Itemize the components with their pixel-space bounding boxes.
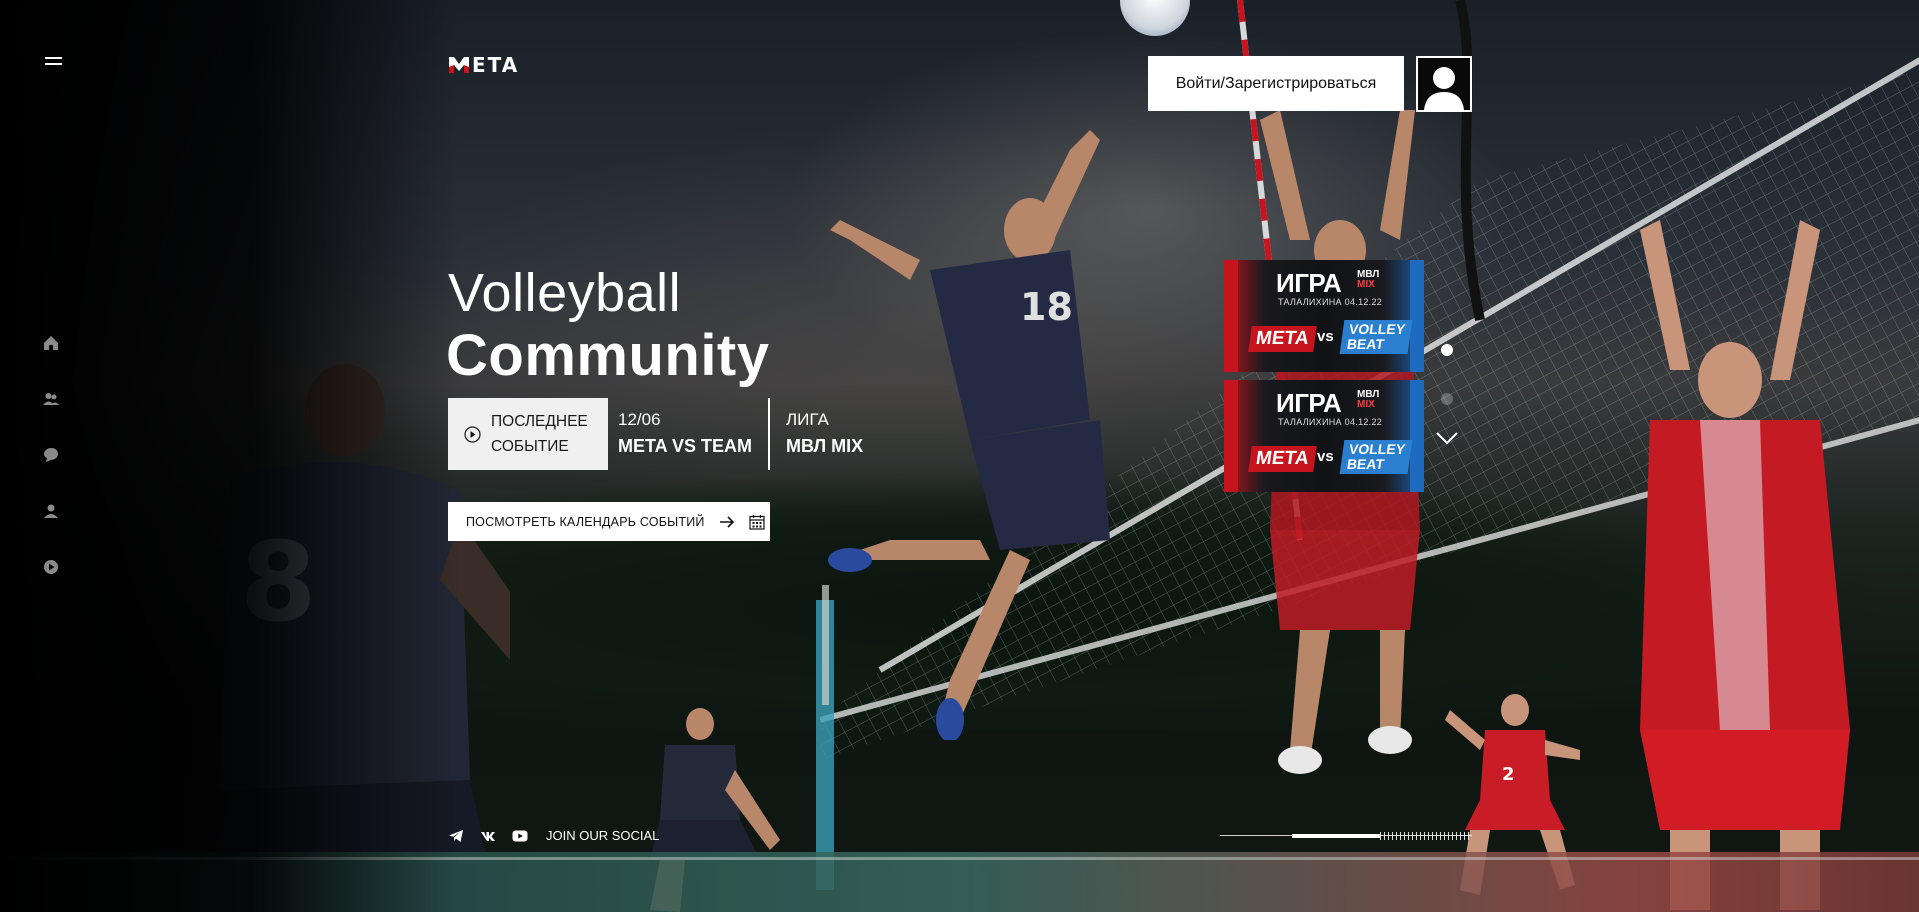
hero-background-photo: 8 18 2 bbox=[0, 0, 1919, 912]
card-team2: VOLLEY BEAT bbox=[1339, 440, 1413, 474]
player-setter-right bbox=[1640, 220, 1850, 910]
card-tag-bottom: MIX bbox=[1357, 279, 1375, 290]
progress-fill bbox=[1292, 834, 1380, 838]
last-event-label-line1: ПОСЛЕДНЕЕ bbox=[491, 413, 588, 430]
last-event-button[interactable]: ПОСЛЕДНЕЕ СОБЫТИЕ bbox=[448, 398, 608, 470]
league-label: ЛИГА bbox=[786, 410, 829, 429]
logo-mark-icon bbox=[449, 57, 469, 73]
calendar-icon bbox=[748, 514, 765, 530]
left-shade-overlay bbox=[0, 0, 460, 912]
arrow-right-icon bbox=[719, 515, 734, 528]
youtube-icon[interactable] bbox=[512, 829, 528, 843]
play-icon[interactable] bbox=[42, 558, 60, 576]
card-vs: vs bbox=[1317, 448, 1334, 465]
card-edge-red bbox=[1224, 260, 1238, 372]
card-title: ИГРА bbox=[1276, 268, 1342, 298]
card-team2-line2: BEAT bbox=[1345, 336, 1386, 352]
card-edge-red bbox=[1224, 380, 1238, 492]
telegram-icon[interactable] bbox=[448, 829, 464, 843]
hero-title-light: Volleyball bbox=[448, 263, 682, 323]
card-subtitle: ТАЛАЛИХИНА 04.12.22 bbox=[1278, 297, 1383, 307]
card-title: ИГРА bbox=[1276, 388, 1342, 418]
slider-dot[interactable] bbox=[1441, 393, 1453, 405]
login-register-button[interactable]: Войти/Зарегистрироваться bbox=[1148, 56, 1404, 111]
svg-text:18: 18 bbox=[1020, 285, 1073, 329]
user-avatar-icon bbox=[1424, 67, 1464, 110]
card-vs: vs bbox=[1317, 328, 1334, 345]
event-match: META VS TEAM bbox=[618, 436, 752, 456]
vk-icon[interactable] bbox=[480, 829, 496, 843]
card-edge-blue bbox=[1410, 260, 1424, 372]
site-logo[interactable]: ETA bbox=[448, 53, 520, 77]
menu-line-icon bbox=[45, 63, 62, 65]
card-tag: МВЛ MIX bbox=[1357, 270, 1379, 290]
user-icon[interactable] bbox=[42, 502, 60, 520]
player-jumping: 18 bbox=[828, 130, 1110, 740]
card-subtitle: ТАЛАЛИХИНА 04.12.22 bbox=[1278, 417, 1383, 427]
social-links: JOIN OUR SOCIAL bbox=[448, 828, 659, 843]
card-team2-line1: VOLLEY bbox=[1348, 321, 1407, 337]
last-event-label-line2: СОБЫТИЕ bbox=[491, 438, 569, 455]
hamburger-menu-button[interactable] bbox=[45, 57, 62, 67]
logo-text: ETA bbox=[472, 53, 520, 77]
avatar[interactable] bbox=[1416, 56, 1472, 112]
league-value: МВЛ MIX bbox=[786, 436, 864, 456]
event-divider bbox=[768, 398, 770, 470]
slider-dot-active[interactable] bbox=[1441, 344, 1453, 356]
chevron-down-icon[interactable] bbox=[1435, 430, 1459, 446]
event-card[interactable]: ИГРА МВЛ MIX ТАЛАЛИХИНА 04.12.22 МЕТА vs… bbox=[1224, 380, 1424, 492]
card-team1: МЕТА bbox=[1248, 446, 1317, 472]
users-icon[interactable] bbox=[42, 390, 60, 408]
card-tag-bottom: MIX bbox=[1357, 399, 1375, 410]
join-social-link[interactable]: JOIN OUR SOCIAL bbox=[546, 828, 659, 843]
home-icon[interactable] bbox=[42, 334, 60, 352]
card-team1: МЕТА bbox=[1248, 326, 1317, 352]
svg-text:2: 2 bbox=[1502, 764, 1515, 785]
slider-progress-bar bbox=[1220, 832, 1472, 842]
card-team2: VOLLEY BEAT bbox=[1339, 320, 1413, 354]
card-tag: МВЛ MIX bbox=[1357, 390, 1379, 410]
calendar-button-label: ПОСМОТРЕТЬ КАЛЕНДАРЬ СОБЫТИЙ bbox=[466, 514, 705, 529]
card-edge-blue bbox=[1410, 380, 1424, 492]
event-date: 12/06 bbox=[618, 410, 661, 429]
card-team2-line1: VOLLEY bbox=[1348, 441, 1407, 457]
play-circle-icon bbox=[464, 425, 481, 443]
progress-ticks bbox=[1380, 832, 1472, 840]
view-calendar-button[interactable]: ПОСМОТРЕТЬ КАЛЕНДАРЬ СОБЫТИЙ bbox=[448, 502, 770, 541]
menu-line-icon bbox=[45, 57, 62, 59]
chat-icon[interactable] bbox=[42, 446, 60, 464]
hero-title-bold: Community bbox=[446, 323, 770, 388]
event-card[interactable]: ИГРА МВЛ MIX ТАЛАЛИХИНА 04.12.22 МЕТА vs… bbox=[1224, 260, 1424, 372]
card-team2-line2: BEAT bbox=[1345, 456, 1386, 472]
